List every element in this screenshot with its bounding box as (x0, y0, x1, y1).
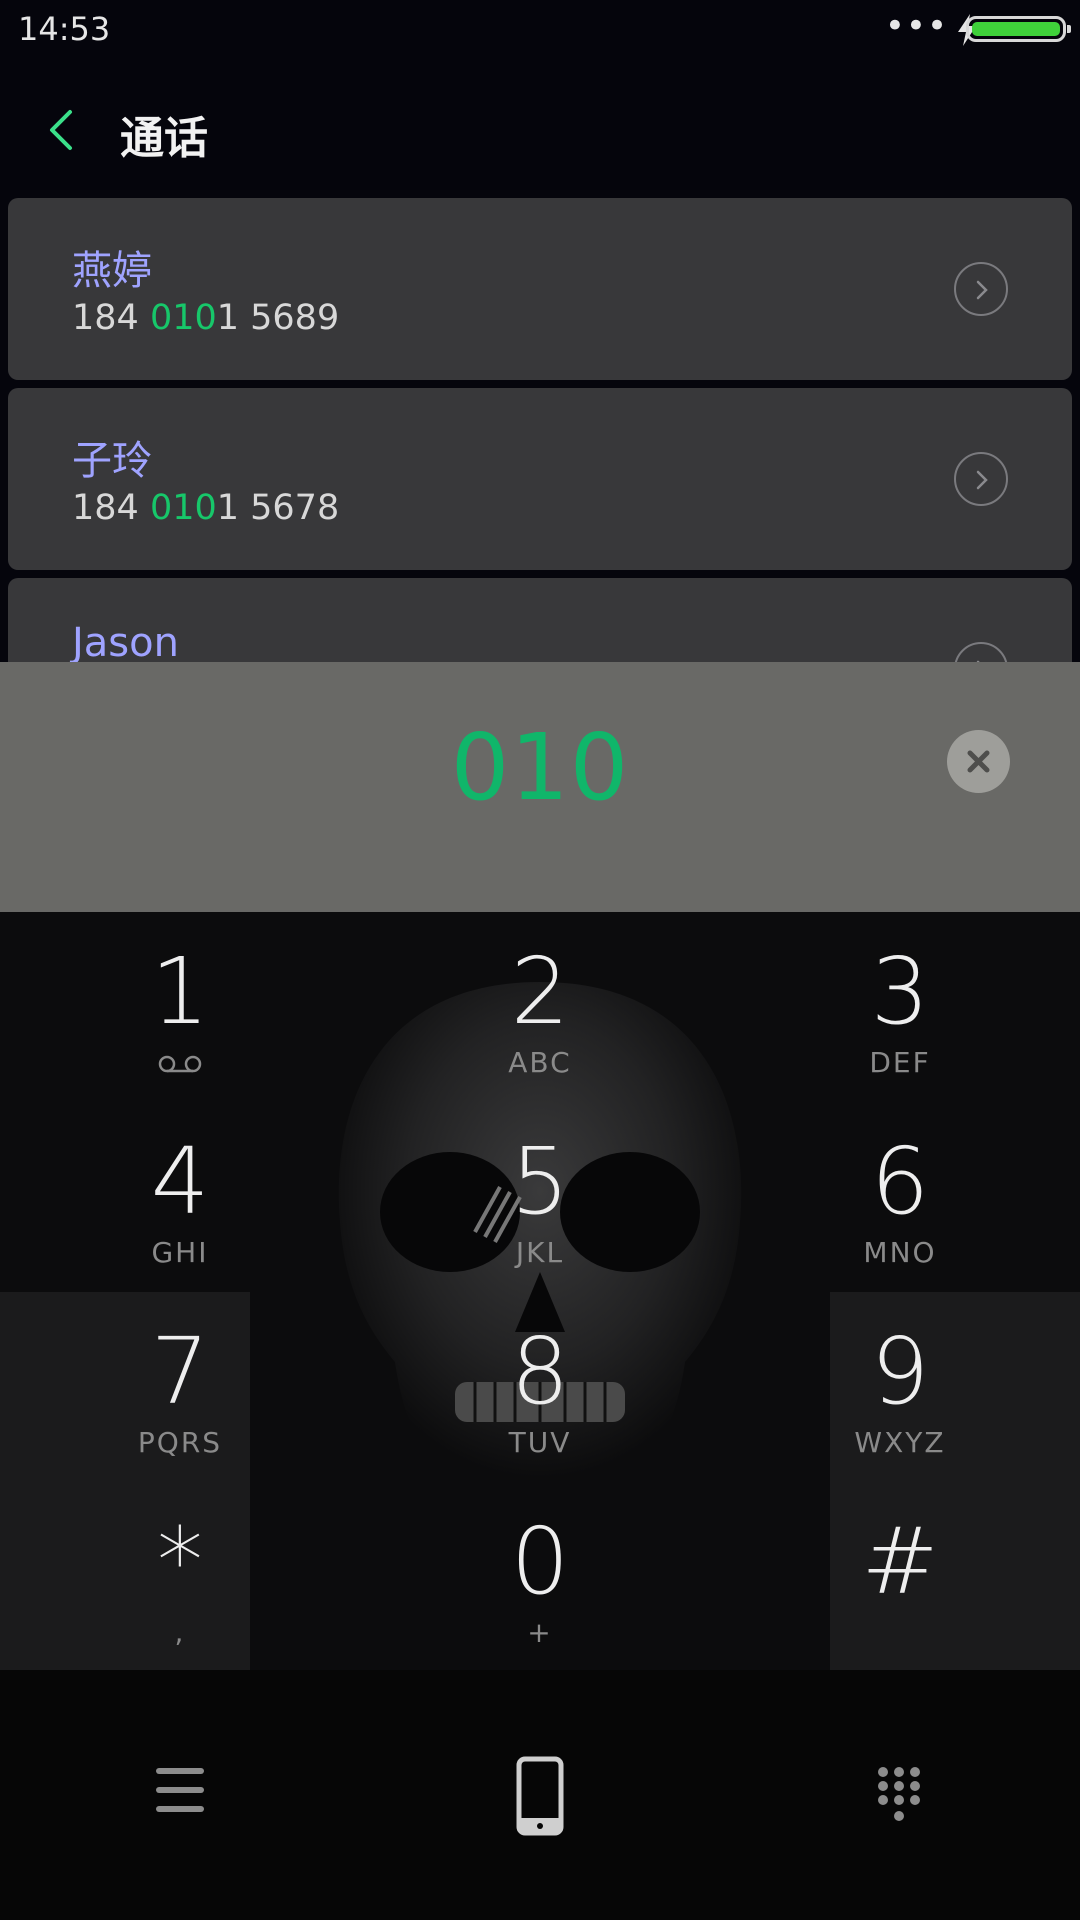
key-3[interactable]: 3 DEF (750, 942, 1050, 1122)
close-icon (967, 750, 990, 773)
key-letters: DEF (869, 1046, 931, 1079)
key-hash[interactable]: # (750, 1512, 1050, 1670)
dialed-number: 010 (450, 714, 630, 821)
clear-button[interactable] (947, 730, 1010, 793)
key-digit: 6 (870, 1128, 930, 1235)
key-letters: ABC (508, 1046, 572, 1079)
key-letters (750, 1616, 1050, 1650)
key-digit: 0 (510, 1508, 570, 1615)
key-2[interactable]: 2 ABC (390, 942, 690, 1122)
menu-icon[interactable] (156, 1768, 204, 1812)
status-bar: 14:53 ••• (0, 0, 1080, 62)
number-suffix: 1 5678 (216, 488, 340, 528)
key-4[interactable]: 4 GHI (30, 1132, 330, 1312)
bottom-nav (0, 1670, 1080, 1920)
key-letters: GHI (151, 1236, 209, 1269)
key-digit: 2 (510, 938, 570, 1045)
number-suffix: 1 5689 (216, 298, 340, 338)
header: 通话 (0, 80, 1080, 180)
number-match: 010 (149, 298, 217, 338)
contact-name: Jason (72, 620, 179, 666)
key-8[interactable]: 8 TUV (390, 1322, 690, 1502)
key-digit: 7 (150, 1318, 210, 1425)
key-letters: JKL (515, 1236, 565, 1269)
key-letters: MNO (863, 1236, 937, 1269)
chevron-right-icon (976, 470, 988, 490)
contact-row[interactable]: 子玲 184 0101 5678 (8, 388, 1072, 570)
number-match: 010 (149, 488, 217, 528)
notification-dots-icon: ••• (884, 6, 948, 46)
key-letters: , (174, 1616, 186, 1649)
key-letters: WXYZ (854, 1426, 946, 1459)
key-9[interactable]: 9 WXYZ (750, 1322, 1050, 1502)
contact-number: 184 0101 5689 (72, 298, 339, 338)
key-letters: + (527, 1616, 553, 1649)
dial-keypad: 1 2 ABC 3 DEF 4 GHI 5 JKL 6 MNO 7 PQRS 8… (0, 912, 1080, 1670)
dialed-number-panel: 010 (0, 662, 1080, 912)
chevron-left-icon[interactable] (46, 106, 76, 154)
key-letters: TUV (508, 1426, 572, 1459)
battery-icon (966, 16, 1071, 42)
key-digit: 4 (150, 1128, 210, 1235)
key-5[interactable]: 5 JKL (390, 1132, 690, 1312)
contact-detail-button[interactable] (954, 262, 1008, 316)
key-6[interactable]: 6 MNO (750, 1132, 1050, 1312)
key-digit: 5 (510, 1128, 570, 1235)
contact-name: 子玲 (72, 438, 152, 484)
battery-fill (972, 22, 1060, 36)
key-digit: 9 (870, 1318, 930, 1425)
key-digit: 8 (510, 1318, 570, 1425)
key-star[interactable]: * , (30, 1512, 330, 1670)
key-digit: # (861, 1508, 939, 1615)
key-digit: 1 (150, 938, 210, 1045)
number-prefix: 184 (72, 298, 150, 338)
contact-detail-button[interactable] (954, 452, 1008, 506)
keypad-icon[interactable] (876, 1766, 922, 1826)
contact-number: 184 0101 5678 (72, 488, 339, 528)
page-title: 通话 (120, 113, 208, 164)
number-prefix: 184 (72, 488, 150, 528)
status-time: 14:53 (18, 10, 111, 48)
key-digit: * (157, 1508, 203, 1615)
contact-row[interactable]: 燕婷 184 0101 5689 (8, 198, 1072, 380)
key-letters: PQRS (137, 1426, 223, 1459)
key-0[interactable]: 0 + (390, 1512, 690, 1670)
key-1[interactable]: 1 (30, 942, 330, 1122)
key-7[interactable]: 7 PQRS (30, 1322, 330, 1502)
key-digit: 3 (870, 938, 930, 1045)
voicemail-icon (30, 1046, 330, 1080)
chevron-right-icon (976, 280, 988, 300)
contact-name: 燕婷 (72, 248, 152, 294)
phone-icon[interactable] (516, 1756, 564, 1836)
